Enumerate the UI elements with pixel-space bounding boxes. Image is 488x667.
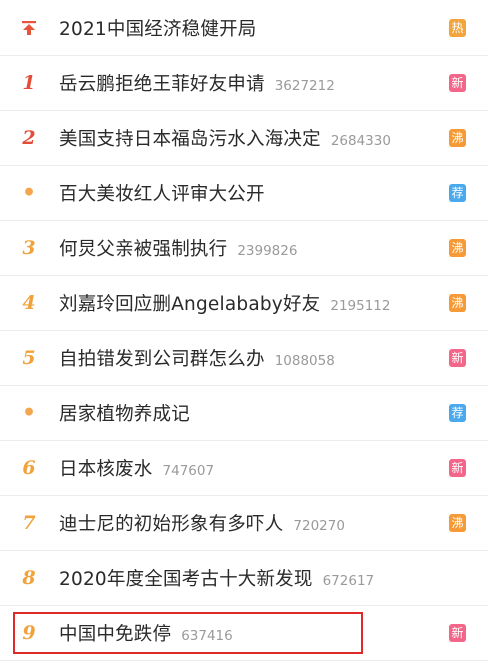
item-badge: 沸 [449, 294, 466, 312]
hot-search-item[interactable]: 2 美国支持日本福岛污水入海决定 2684330 沸 [0, 111, 488, 166]
item-badge: 沸 [449, 129, 466, 147]
rank-number: 8 [22, 567, 36, 589]
pin-top-icon [18, 20, 40, 36]
hot-search-item[interactable]: 2021中国经济稳健开局 热 [0, 0, 488, 56]
item-badge: 沸 [449, 514, 466, 532]
rank-number: • [21, 400, 37, 426]
item-title: 2021中国经济稳健开局 [59, 18, 257, 40]
rank-number: 2 [22, 127, 36, 149]
item-count: 2684330 [330, 133, 391, 149]
item-count: 747607 [162, 463, 215, 479]
item-count: 637416 [181, 628, 233, 644]
rank-number: 5 [22, 347, 36, 369]
hot-search-item[interactable]: • 居家植物养成记 荐 [0, 386, 488, 441]
hot-search-item[interactable]: 1 岳云鹏拒绝王菲好友申请 3627212 新 [0, 56, 488, 111]
item-badge: 沸 [449, 239, 466, 257]
item-count: 2195112 [330, 298, 391, 314]
item-title: 居家植物养成记 [59, 404, 190, 425]
hot-search-item[interactable]: 9 中国中免跌停 637416 新 [0, 606, 488, 661]
item-badge: 新 [449, 624, 466, 642]
item-badge: 新 [449, 349, 466, 367]
rank-number: 3 [22, 237, 36, 259]
item-title: 岳云鹏拒绝王菲好友申请 3627212 [59, 74, 335, 95]
hot-search-list: 2021中国经济稳健开局 热 1 岳云鹏拒绝王菲好友申请 3627212 新 2 … [0, 0, 488, 661]
rank-number: 4 [22, 292, 36, 314]
rank-number: 1 [22, 72, 36, 94]
hot-search-item[interactable]: 8 2020年度全国考古十大新发现 672617 [0, 551, 488, 606]
item-count: 672617 [322, 573, 375, 589]
item-title: 迪士尼的初始形象有多吓人 720270 [59, 514, 345, 535]
rank-number: • [21, 180, 37, 206]
rank-number: 6 [22, 457, 36, 479]
rank-number: 7 [22, 512, 36, 534]
hot-search-item[interactable]: 4 刘嘉玲回应删Angelababy好友 2195112 沸 [0, 276, 488, 331]
item-title: 中国中免跌停 637416 [59, 624, 233, 645]
item-count: 3627212 [274, 78, 335, 94]
item-title: 日本核废水 747607 [59, 459, 215, 480]
item-title: 美国支持日本福岛污水入海决定 2684330 [59, 129, 391, 150]
rank-number: 9 [22, 622, 36, 644]
item-badge: 新 [449, 459, 466, 477]
item-count: 720270 [293, 518, 345, 534]
hot-search-item[interactable]: • 百大美妆红人评审大公开 荐 [0, 166, 488, 221]
item-title: 何炅父亲被强制执行 2399826 [59, 239, 298, 260]
item-count: 2399826 [237, 243, 298, 259]
item-badge: 荐 [449, 184, 466, 202]
item-count: 1088058 [274, 353, 335, 369]
item-title: 自拍错发到公司群怎么办 1088058 [59, 349, 335, 370]
item-title: 百大美妆红人评审大公开 [59, 184, 265, 205]
hot-search-item[interactable]: 5 自拍错发到公司群怎么办 1088058 新 [0, 331, 488, 386]
item-badge: 热 [449, 18, 466, 37]
hot-search-item[interactable]: 3 何炅父亲被强制执行 2399826 沸 [0, 221, 488, 276]
item-badge: 荐 [449, 404, 466, 422]
item-badge: 新 [449, 74, 466, 92]
hot-search-item[interactable]: 7 迪士尼的初始形象有多吓人 720270 沸 [0, 496, 488, 551]
item-title: 2020年度全国考古十大新发现 672617 [59, 569, 375, 590]
item-title: 刘嘉玲回应删Angelababy好友 2195112 [59, 294, 391, 315]
hot-search-item[interactable]: 6 日本核废水 747607 新 [0, 441, 488, 496]
